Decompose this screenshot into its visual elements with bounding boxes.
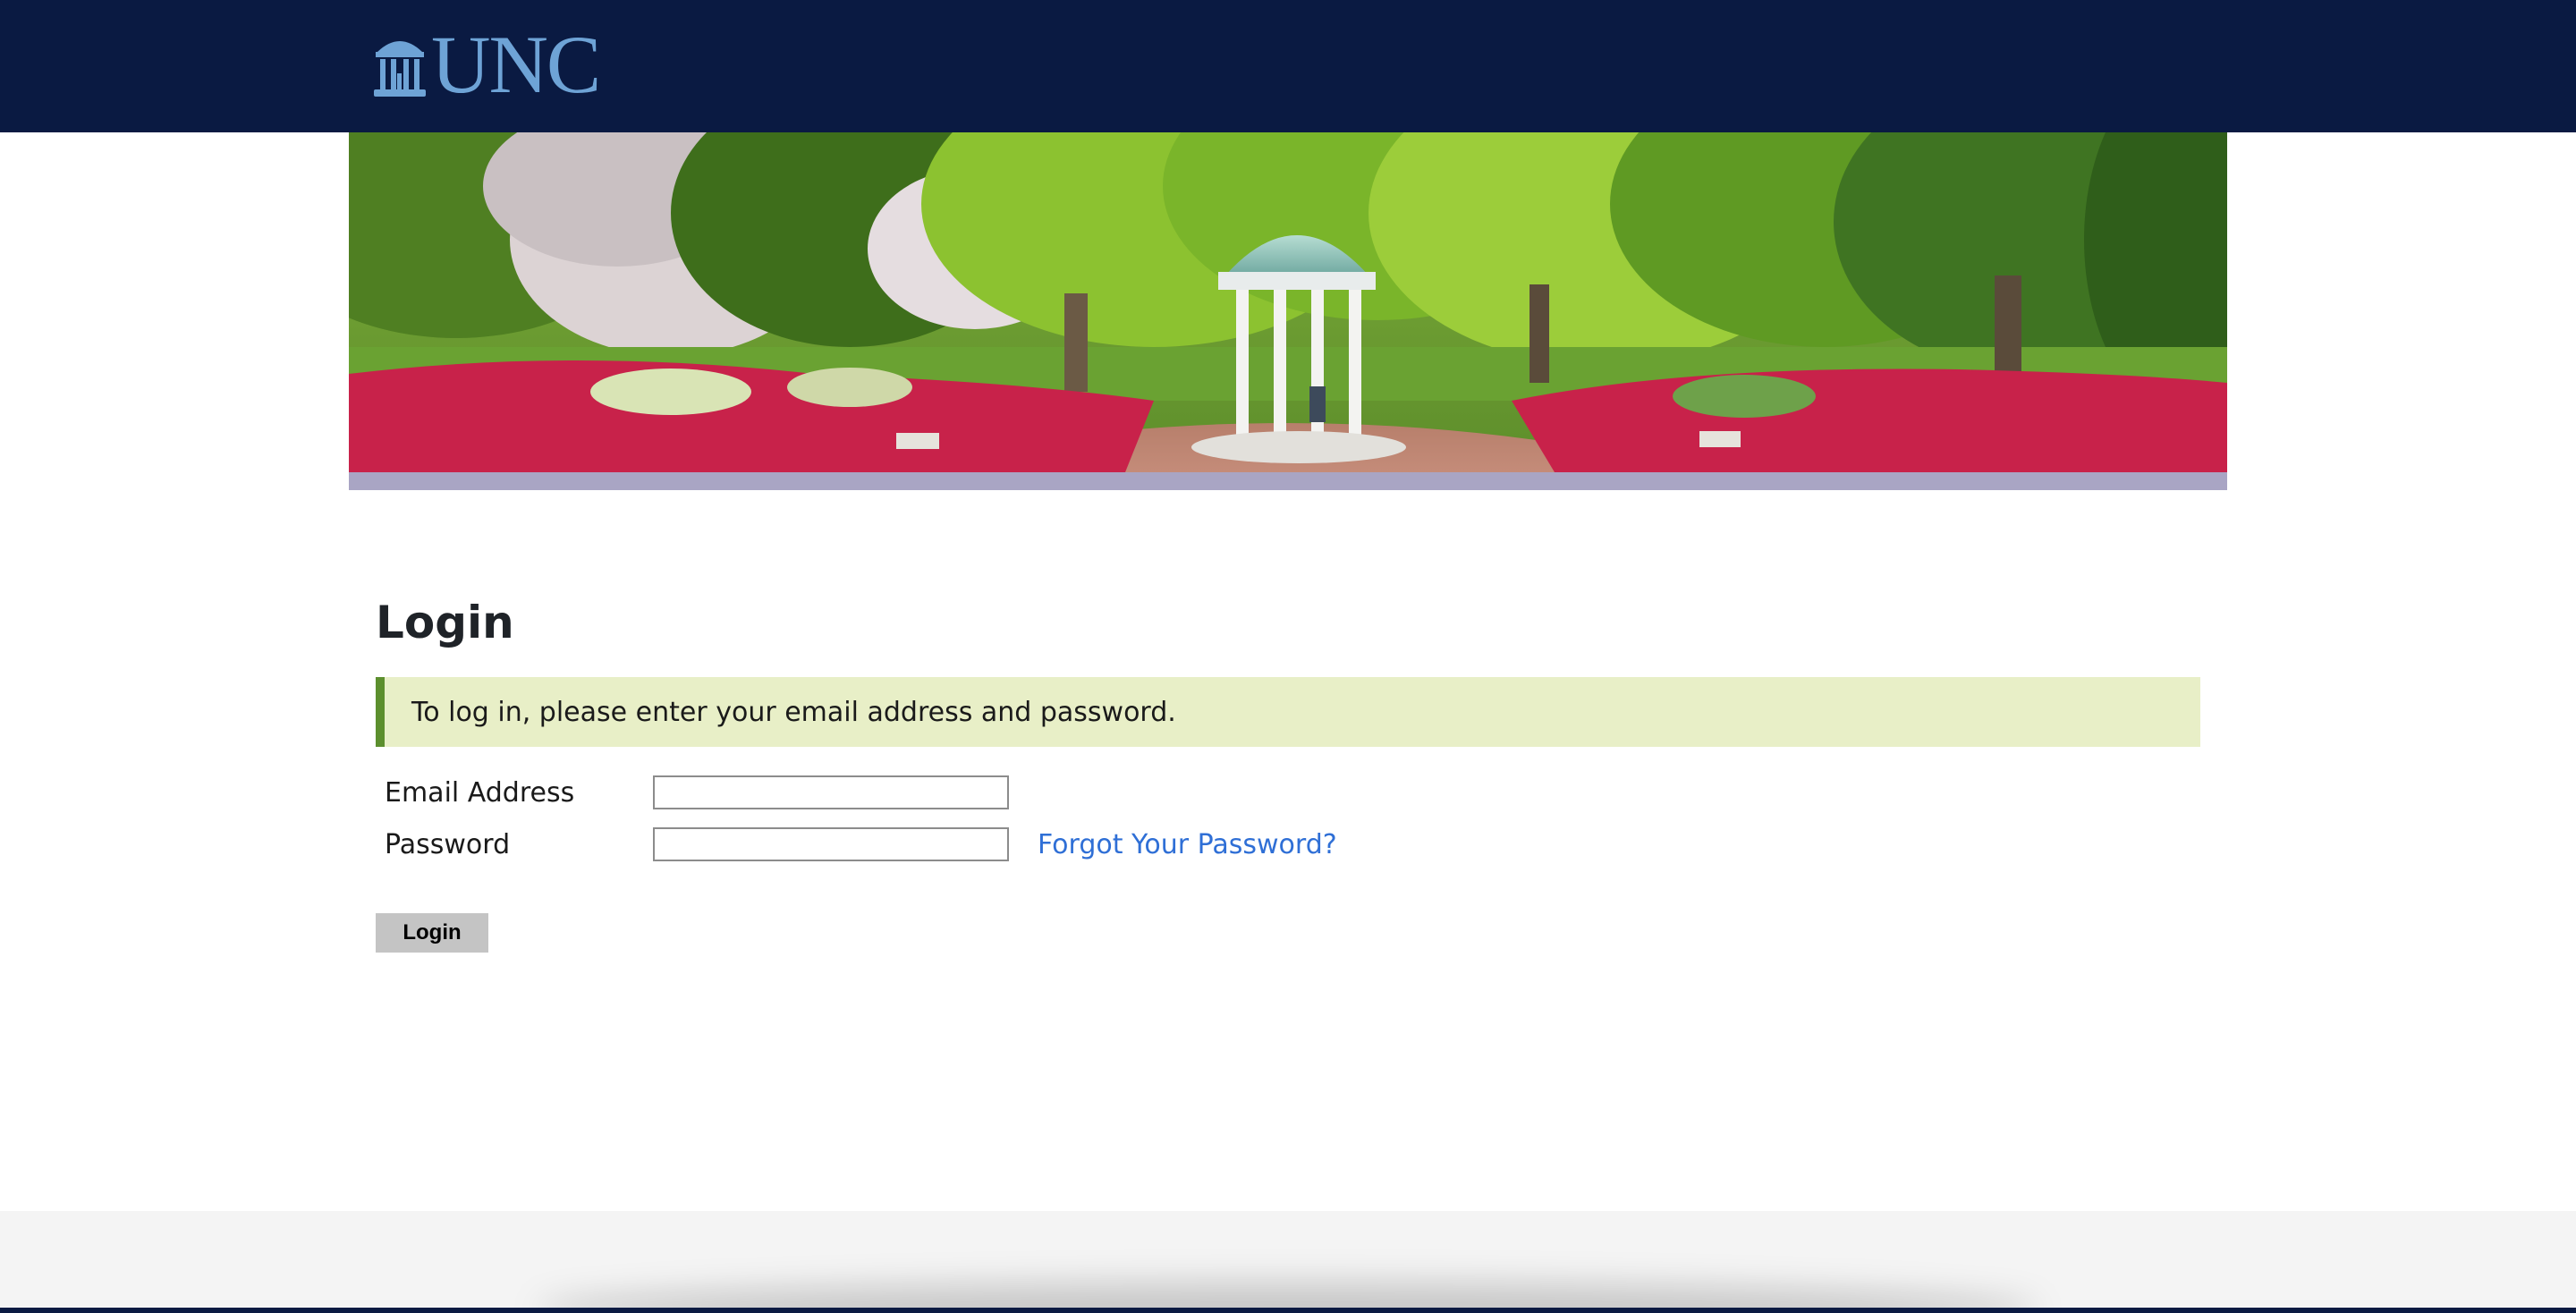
info-message: To log in, please enter your email addre… [376,677,2200,747]
email-label: Email Address [385,776,575,809]
password-row: Password Forgot Your Password? [385,826,1337,863]
email-field[interactable] [653,775,1009,809]
hero-banner-image [349,132,2227,490]
old-well-icon [374,41,426,97]
page-footer [0,1211,2576,1313]
password-label: Password [385,828,511,860]
email-row: Email Address [385,774,1009,811]
forgot-password-link[interactable]: Forgot Your Password? [1038,829,1337,860]
logo-wordmark: UNC [431,19,601,110]
login-button[interactable]: Login [376,913,488,953]
page-title: Login [376,597,514,648]
footer-strip [0,1308,2576,1313]
login-section: Login To log in, please enter your email… [376,590,2200,953]
password-field[interactable] [653,827,1009,861]
site-header: UNC [0,0,2576,132]
unc-logo[interactable]: UNC [374,19,601,110]
